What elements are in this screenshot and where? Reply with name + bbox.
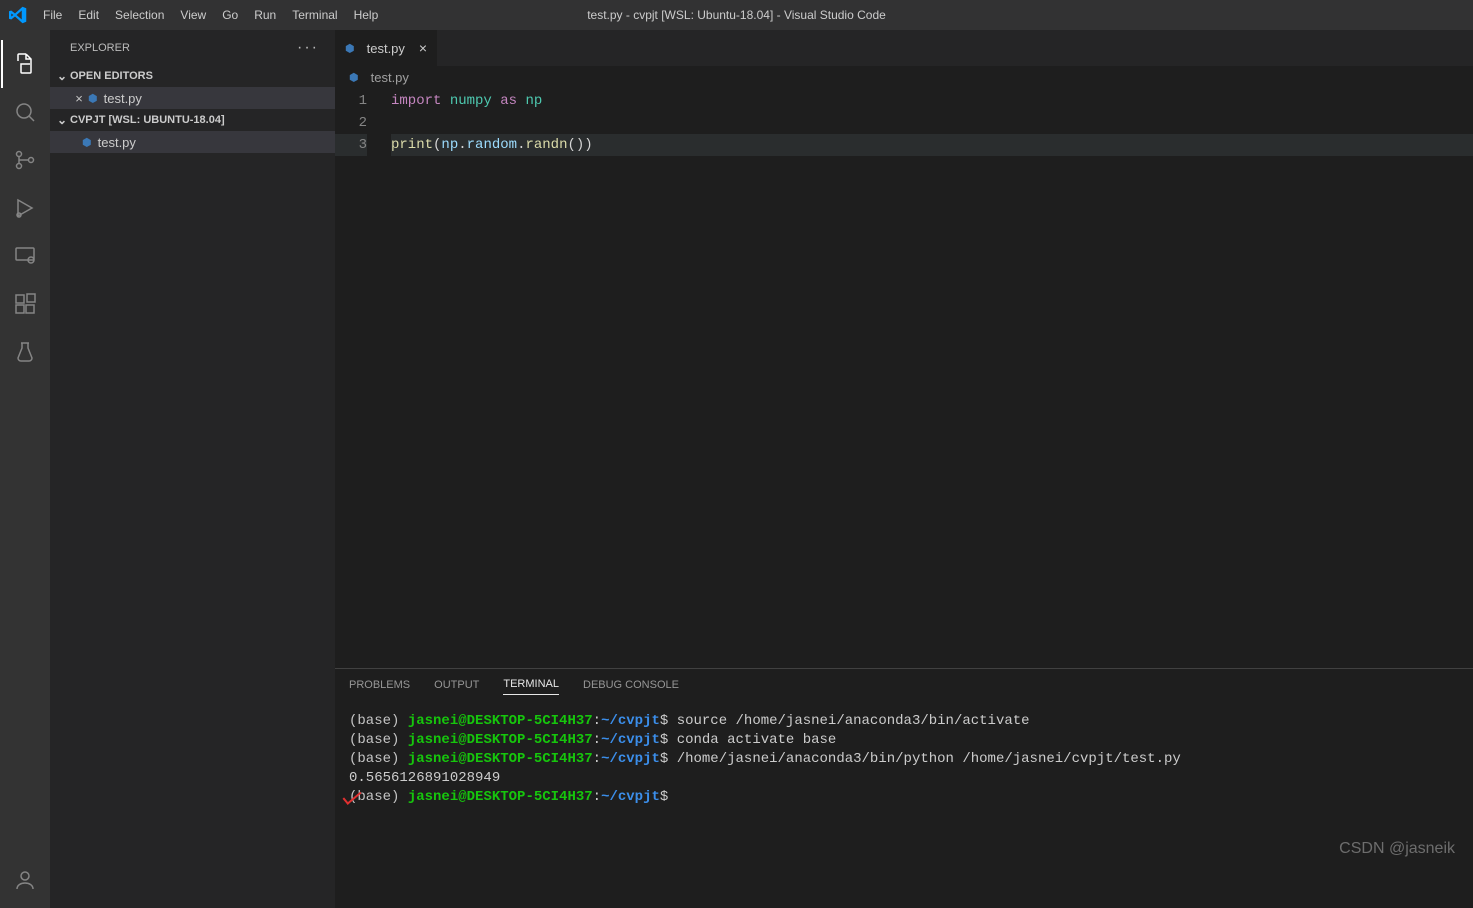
- breadcrumb-file: test.py: [371, 70, 409, 85]
- breadcrumb[interactable]: ⬢ test.py: [335, 66, 1473, 88]
- code-content[interactable]: import numpy as np print(np.random.randn…: [391, 90, 1473, 668]
- tab-label: test.py: [367, 41, 405, 56]
- source-control-icon[interactable]: [1, 136, 49, 184]
- python-file-icon: ⬢: [82, 136, 92, 149]
- tab-bar: ⬢ test.py ×: [335, 30, 1473, 66]
- menu-terminal[interactable]: Terminal: [284, 0, 345, 30]
- file-label: test.py: [98, 135, 136, 150]
- python-file-icon: ⬢: [88, 92, 98, 105]
- sidebar-header: EXPLORER ···: [50, 30, 335, 65]
- sidebar-title: EXPLORER: [70, 42, 130, 54]
- close-icon[interactable]: ×: [70, 91, 88, 106]
- menu-run[interactable]: Run: [246, 0, 284, 30]
- accounts-icon[interactable]: [1, 856, 49, 904]
- python-file-icon: ⬢: [349, 71, 359, 84]
- open-editors-header[interactable]: ⌄ OPEN EDITORS: [50, 65, 335, 87]
- chevron-down-icon: ⌄: [54, 113, 70, 127]
- panel-tab-output[interactable]: OUTPUT: [434, 679, 479, 695]
- menu-selection[interactable]: Selection: [107, 0, 172, 30]
- panel-tab-problems[interactable]: PROBLEMS: [349, 679, 410, 695]
- remote-explorer-icon[interactable]: [1, 232, 49, 280]
- editor-area: ⬢ test.py × ⬢ test.py 1 2 3 import numpy…: [335, 30, 1473, 908]
- menu-file[interactable]: File: [35, 0, 70, 30]
- terminal-output-value: 0.5656126891028949: [349, 769, 1459, 788]
- panel-tabs: PROBLEMS OUTPUT TERMINAL DEBUG CONSOLE: [335, 669, 1473, 704]
- python-file-icon: ⬢: [345, 42, 355, 55]
- workspace-header[interactable]: ⌄ CVPJT [WSL: UBUNTU-18.04]: [50, 109, 335, 131]
- menu-edit[interactable]: Edit: [70, 0, 107, 30]
- terminal[interactable]: (base) jasnei@DESKTOP-5CI4H37:~/cvpjt$ s…: [335, 704, 1473, 908]
- menu-view[interactable]: View: [172, 0, 214, 30]
- panel-tab-debug-console[interactable]: DEBUG CONSOLE: [583, 679, 679, 695]
- panel-tab-terminal[interactable]: TERMINAL: [503, 678, 559, 695]
- run-debug-icon[interactable]: [1, 184, 49, 232]
- watermark: CSDN @jasneik: [1339, 840, 1455, 858]
- chevron-down-icon: ⌄: [54, 69, 70, 83]
- testing-icon[interactable]: [1, 328, 49, 376]
- vscode-logo-icon: [0, 6, 35, 24]
- line-numbers: 1 2 3: [335, 90, 391, 668]
- editor-tab[interactable]: ⬢ test.py ×: [335, 30, 438, 66]
- open-editor-item[interactable]: × ⬢ test.py: [50, 87, 335, 109]
- menu-help[interactable]: Help: [346, 0, 387, 30]
- code-editor[interactable]: 1 2 3 import numpy as np print(np.random…: [335, 88, 1473, 668]
- search-icon[interactable]: [1, 88, 49, 136]
- extensions-icon[interactable]: [1, 280, 49, 328]
- window-title: test.py - cvpjt [WSL: Ubuntu-18.04] - Vi…: [587, 8, 886, 22]
- panel: PROBLEMS OUTPUT TERMINAL DEBUG CONSOLE (…: [335, 668, 1473, 908]
- menu-go[interactable]: Go: [214, 0, 246, 30]
- workspace-file-item[interactable]: ⬢ test.py: [50, 131, 335, 153]
- explorer-icon[interactable]: [1, 40, 49, 88]
- title-bar: File Edit Selection View Go Run Terminal…: [0, 0, 1473, 30]
- sidebar-more-icon[interactable]: ···: [297, 39, 319, 57]
- menu-bar: File Edit Selection View Go Run Terminal…: [35, 0, 386, 30]
- file-label: test.py: [104, 91, 142, 106]
- activity-bar: [0, 30, 50, 908]
- sidebar: EXPLORER ··· ⌄ OPEN EDITORS × ⬢ test.py …: [50, 30, 335, 908]
- close-icon[interactable]: ×: [419, 40, 427, 56]
